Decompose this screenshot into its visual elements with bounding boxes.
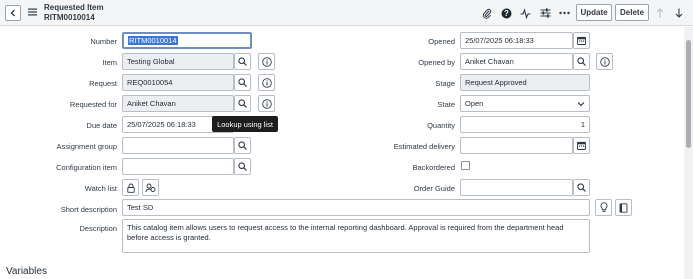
arrow-up-icon[interactable] [654,7,666,19]
request-lookup-button[interactable] [234,74,251,91]
number-value: RITM0010014 [128,36,178,45]
info-icon [261,56,272,67]
assignment-group-field[interactable] [122,137,234,154]
stage-label: Stage [435,79,455,88]
configuration-item-field[interactable] [122,158,234,175]
number-label: Number [90,37,117,46]
estimated-delivery-label: Estimated delivery [393,142,455,151]
opened-by-info-button[interactable] [596,53,613,70]
item-lookup-button[interactable] [234,53,251,70]
add-me-icon [145,183,156,192]
info-icon [261,98,272,109]
knowledge-button[interactable] [615,199,632,216]
request-info-button[interactable] [258,74,275,91]
variables-section-title: Variables [6,266,47,277]
number-field[interactable]: RITM0010014 [122,32,252,49]
scrollbar-thumb[interactable] [686,40,691,148]
requested-for-lookup-button[interactable] [234,95,251,112]
chevron-down-icon [577,101,585,106]
help-icon[interactable]: ? [500,7,512,19]
short-description-field[interactable]: Test SD [122,199,590,216]
short-description-label: Short description [60,205,117,214]
more-icon[interactable] [558,7,570,19]
assignment-group-label: Assignment group [56,142,117,151]
lightbulb-icon [600,202,607,212]
item-field[interactable]: Testing Global [122,53,234,70]
request-label: Request [89,79,117,88]
lookup-tooltip: Lookup using list [212,116,278,132]
quantity-field[interactable]: 1 [460,116,590,133]
order-guide-lookup-button[interactable] [573,179,590,196]
requested-for-field[interactable]: Aniket Chavan [122,95,234,112]
description-label: Description [79,224,117,233]
opened-calendar-button[interactable] [573,32,590,49]
activity-icon[interactable] [519,7,531,19]
state-value: Open [465,99,484,108]
calendar-icon [577,36,586,45]
watch-list-unlock-button[interactable] [122,179,139,196]
configuration-item-lookup-button[interactable] [234,158,251,175]
quantity-label: Quantity [427,121,455,130]
estimated-delivery-field[interactable] [460,137,573,154]
search-icon [238,78,247,87]
delete-button[interactable]: Delete [615,4,649,21]
lock-icon [126,183,135,193]
watch-list-label: Watch list [84,184,117,193]
info-icon [599,56,610,67]
form-header: Requested Item RITM0010014 ? Update Dele… [0,0,693,26]
order-guide-label: Order Guide [413,184,455,193]
due-date-label: Due date [86,121,117,130]
requested-for-label: Requested for [69,100,117,109]
opened-by-label: Opened by [418,58,455,67]
state-label: State [437,100,455,109]
search-icon [238,57,247,66]
search-icon [238,141,247,150]
order-guide-field[interactable] [460,179,573,196]
backordered-label: Backordered [412,163,455,172]
context-menu-icon[interactable] [28,8,37,16]
suggestion-button[interactable] [595,199,612,216]
back-button[interactable] [5,5,21,21]
configuration-item-label: Configuration item [56,163,117,172]
description-field[interactable]: This catalog item allows users to reques… [122,219,590,253]
paperclip-icon[interactable] [481,7,493,19]
stage-field: Request Approved [460,74,590,91]
watch-list-add-me-button[interactable] [142,179,159,196]
item-info-button[interactable] [258,53,275,70]
calendar-icon [577,141,586,150]
assignment-group-lookup-button[interactable] [234,137,251,154]
record-number: RITM0010014 [44,13,95,22]
opened-by-field[interactable]: Aniket Chavan [460,53,573,70]
backordered-checkbox[interactable] [461,161,470,170]
form-title: Requested Item [44,3,104,12]
search-icon [577,183,586,192]
opened-label: Opened [428,37,455,46]
opened-field[interactable]: 25/07/2025 06:18:33 [460,32,573,49]
info-icon [261,77,272,88]
update-button[interactable]: Update [576,4,612,21]
item-label: Item [102,58,117,67]
book-icon [619,202,628,213]
settings-sliders-icon[interactable] [539,7,551,19]
request-field[interactable]: REQ0010054 [122,74,234,91]
arrow-down-icon[interactable] [673,7,685,19]
opened-by-lookup-button[interactable] [573,53,590,70]
requested-for-info-button[interactable] [258,95,275,112]
search-icon [238,162,247,171]
state-select[interactable]: Open [460,95,590,112]
search-icon [238,99,247,108]
svg-text:?: ? [504,9,509,18]
search-icon [577,57,586,66]
estimated-delivery-calendar-button[interactable] [573,137,590,154]
chevron-left-icon [10,9,15,17]
